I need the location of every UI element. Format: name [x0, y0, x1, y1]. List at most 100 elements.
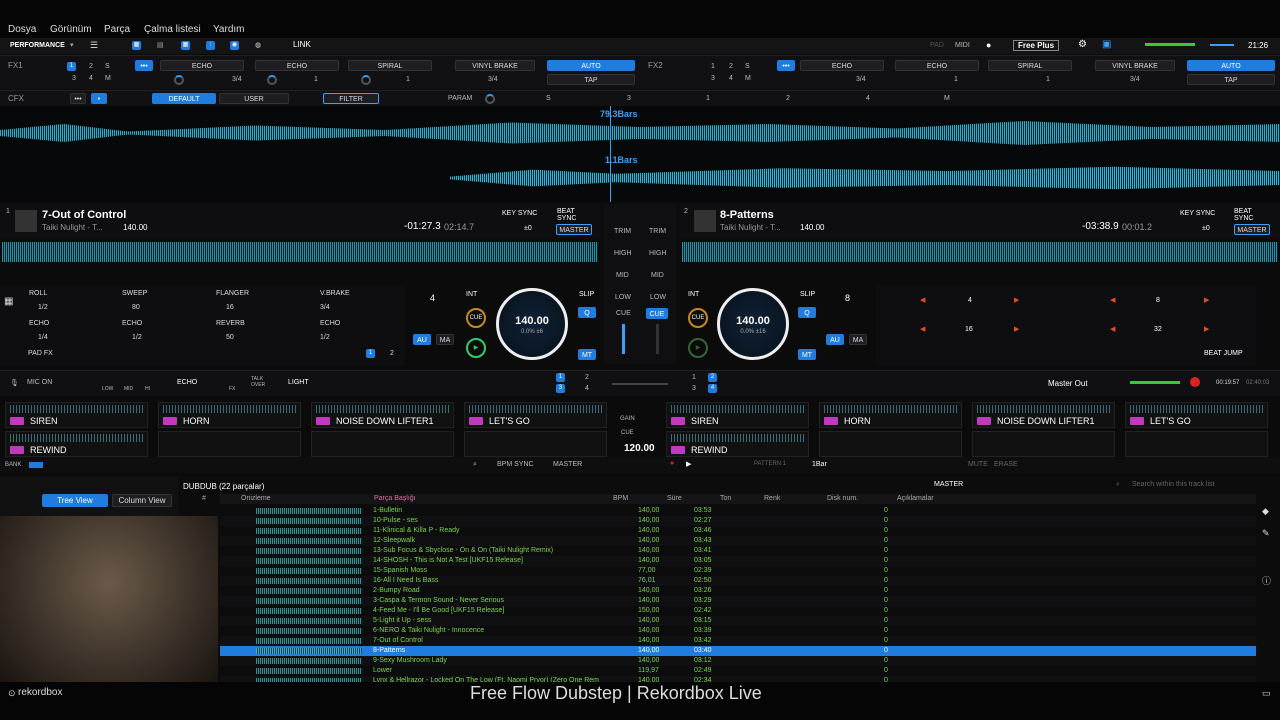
sampler-slot[interactable]: SIREN	[5, 402, 148, 428]
crossfader[interactable]	[612, 383, 668, 385]
table-row[interactable]: 7-Out of Control 140,00 03:42 0	[220, 636, 1256, 646]
tag-icon[interactable]: ◆	[1262, 506, 1269, 517]
fx2-auto[interactable]: AUTO	[1187, 60, 1275, 71]
fx2-deck-m[interactable]: M	[745, 75, 751, 82]
bpm-sync[interactable]: BPM SYNC	[497, 461, 534, 468]
master-out[interactable]: Master Out	[1048, 379, 1088, 388]
beatjump-mode[interactable]: BEAT JUMP	[1204, 350, 1243, 357]
track-preview-waveform[interactable]	[256, 568, 362, 574]
fx1-knob-2[interactable]	[267, 75, 277, 85]
deck1-waveform[interactable]	[0, 121, 1280, 145]
beatjump-16[interactable]: 16	[965, 326, 973, 333]
track-preview-waveform[interactable]	[256, 668, 362, 674]
cfx-dot[interactable]: •	[91, 93, 107, 104]
header-preview[interactable]: Önizleme	[241, 494, 271, 504]
record-icon[interactable]	[1190, 377, 1200, 387]
arrow-left-icon[interactable]: ◀	[1110, 296, 1115, 304]
sampler-slot[interactable]: NOISE DOWN LIFTER1	[311, 402, 454, 428]
cfx-param-knob[interactable]	[485, 94, 495, 104]
track-preview-waveform[interactable]	[256, 558, 362, 564]
padfx-2-name[interactable]: SWEEP	[122, 290, 147, 297]
bank-1[interactable]	[29, 462, 43, 468]
sampler-slot-empty[interactable]	[819, 431, 962, 457]
deck1-slip[interactable]: SLIP	[579, 291, 594, 298]
arrow-right-icon[interactable]: ▶	[1204, 296, 1209, 304]
header-color[interactable]: Renk	[764, 494, 780, 504]
deck2-play-button[interactable]: ▶	[688, 338, 708, 358]
table-row[interactable]: 16-All I Need Is Bass 76,01 02:50 0	[220, 576, 1256, 586]
menu-track[interactable]: Parça	[104, 24, 130, 35]
record-icon[interactable]: ●	[670, 460, 674, 467]
deck-select-2b[interactable]: 2	[708, 373, 717, 382]
arrow-left-icon[interactable]: ◀	[920, 325, 925, 333]
midi-label[interactable]: MIDI	[955, 42, 970, 49]
fx1-deck-m[interactable]: M	[105, 75, 111, 82]
cfx-filter[interactable]: FILTER	[323, 93, 379, 104]
doc-icon[interactable]: ▤	[157, 41, 164, 49]
grid-icon[interactable]: ▦	[181, 41, 190, 50]
fx2-deck-2[interactable]: 2	[729, 63, 733, 70]
track-preview-waveform[interactable]	[256, 518, 362, 524]
menu-icon[interactable]: ☰	[90, 40, 98, 51]
play-icon[interactable]: ▶	[686, 460, 691, 468]
table-row[interactable]: 14-SHOSH - This is Not A Test [UKF15 Rel…	[220, 556, 1256, 566]
cue-button-2[interactable]: CUE	[646, 308, 668, 319]
deck2-ma[interactable]: MA	[849, 334, 867, 345]
cfx-more-button[interactable]: •••	[70, 93, 86, 104]
fx1-deck-4[interactable]: 4	[89, 75, 93, 82]
plan-badge[interactable]: Free Plus	[1013, 40, 1060, 51]
track-preview-waveform[interactable]	[256, 588, 362, 594]
fx1-slot-3[interactable]: SPIRAL	[348, 60, 432, 71]
mic-on[interactable]: MIC ON	[27, 379, 52, 386]
padfx-page-2[interactable]: 2	[390, 350, 394, 357]
browser-master[interactable]: MASTER	[934, 481, 963, 488]
deck2-master[interactable]: MASTER	[1234, 224, 1270, 235]
padfx-8-name[interactable]: ECHO	[320, 320, 340, 327]
fx1-more-button[interactable]: •••	[135, 60, 153, 71]
deck1-beatsync[interactable]: BEAT SYNC	[557, 208, 579, 222]
track-preview-waveform[interactable]	[256, 608, 362, 614]
table-row[interactable]: 1-Bulletin 140,00 03:53 0	[220, 506, 1256, 516]
sampler-slot[interactable]: SIREN	[666, 402, 809, 428]
fx2-deck-1[interactable]: 1	[711, 63, 715, 70]
deck2-au[interactable]: AU	[826, 334, 844, 345]
padfx-6-name[interactable]: ECHO	[122, 320, 142, 327]
waveform-overview[interactable]: 79.3Bars 1.1Bars	[0, 106, 1280, 202]
fx2-slot-3[interactable]: SPIRAL	[988, 60, 1072, 71]
sampler-slot[interactable]: HORN	[158, 402, 301, 428]
menu-view[interactable]: Görünüm	[50, 24, 92, 35]
header-time[interactable]: Süre	[667, 494, 682, 504]
sampler-master[interactable]: MASTER	[553, 461, 582, 468]
deck1-master[interactable]: MASTER	[556, 224, 592, 235]
sampler-slot-empty[interactable]	[158, 431, 301, 457]
deck2-quantize[interactable]: Q	[798, 307, 816, 318]
deck2-jog[interactable]: 140.00 0.0% ±16	[717, 288, 789, 360]
search-field[interactable]: Search within this track list	[1132, 481, 1214, 488]
deck2-slip[interactable]: SLIP	[800, 291, 815, 298]
sampler-cue[interactable]: CUE	[621, 430, 634, 436]
sampler-slot-empty[interactable]	[311, 431, 454, 457]
deck-select-2[interactable]: 2	[585, 374, 589, 381]
arrow-left-icon[interactable]: ◀	[1110, 325, 1115, 333]
fx1-knob-1[interactable]	[174, 75, 184, 85]
pad-label[interactable]: PAD	[930, 42, 944, 49]
fx1-auto[interactable]: AUTO	[547, 60, 635, 71]
track-preview-waveform[interactable]	[256, 658, 362, 664]
menu-help[interactable]: Yardım	[213, 24, 245, 35]
deck1-jog[interactable]: 140.00 0.0% ±6	[496, 288, 568, 360]
mic-echo[interactable]: ECHO	[177, 379, 197, 386]
track-preview-waveform[interactable]	[256, 548, 362, 554]
header-title[interactable]: Parça Başlığı	[374, 494, 416, 504]
sampler-slot[interactable]: HORN	[819, 402, 962, 428]
table-row[interactable]: 6-NERO & Taiki Nulight - Innocence 140,00…	[220, 626, 1256, 636]
volume-bar[interactable]	[1210, 44, 1234, 46]
fx1-deck-1[interactable]: 1	[67, 62, 76, 71]
padfx-1-name[interactable]: ROLL	[29, 290, 47, 297]
table-row[interactable]: 13-Sub Focus & Sbyclose - On & On (Taiki…	[220, 546, 1256, 556]
channel-fader-2[interactable]	[656, 324, 659, 354]
deck1-ma[interactable]: MA	[436, 334, 454, 345]
search-icon[interactable]: ⌕	[1116, 481, 1120, 489]
fx1-deck-s[interactable]: S	[105, 63, 110, 70]
erase-button[interactable]: ERASE	[994, 461, 1018, 468]
info-icon[interactable]: ⓘ	[1262, 574, 1271, 587]
